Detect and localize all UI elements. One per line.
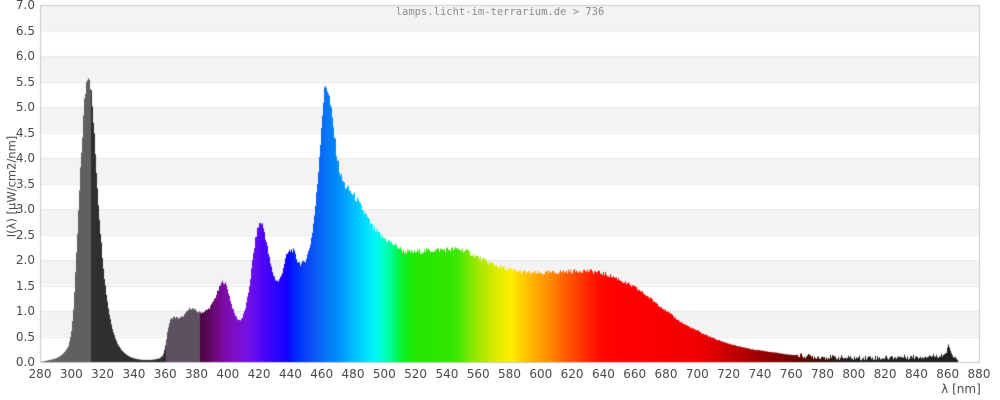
y-tick-label: 6.0	[15, 49, 35, 63]
y-tick-label: 2.5	[15, 227, 35, 242]
y-tick-label: 5.5	[15, 74, 35, 89]
y-tick-label: 1.5	[15, 278, 35, 293]
x-tick-label: 880	[967, 367, 991, 381]
y-tick-label: 0.5	[15, 329, 35, 344]
y-tick-label: 6.5	[15, 23, 35, 38]
spectrum-canvas	[0, 0, 1000, 400]
chart-title: lamps.licht-im-terrarium.de > 736	[395, 6, 605, 18]
y-tick-label: 2.0	[15, 253, 35, 267]
spectral-chart: lamps.licht-im-terrarium.de > 736 I(λ) […	[0, 0, 1000, 400]
y-tick-label: 5.0	[15, 100, 35, 114]
y-tick-label: 4.0	[15, 151, 35, 165]
y-tick-label: 1.0	[15, 304, 35, 318]
y-tick-label: 3.5	[15, 176, 35, 191]
x-axis-title: λ [nm]	[941, 382, 981, 396]
y-tick-label: 4.5	[15, 125, 35, 140]
y-tick-label: 7.0	[15, 0, 35, 12]
y-tick-label: 3.0	[15, 202, 35, 216]
